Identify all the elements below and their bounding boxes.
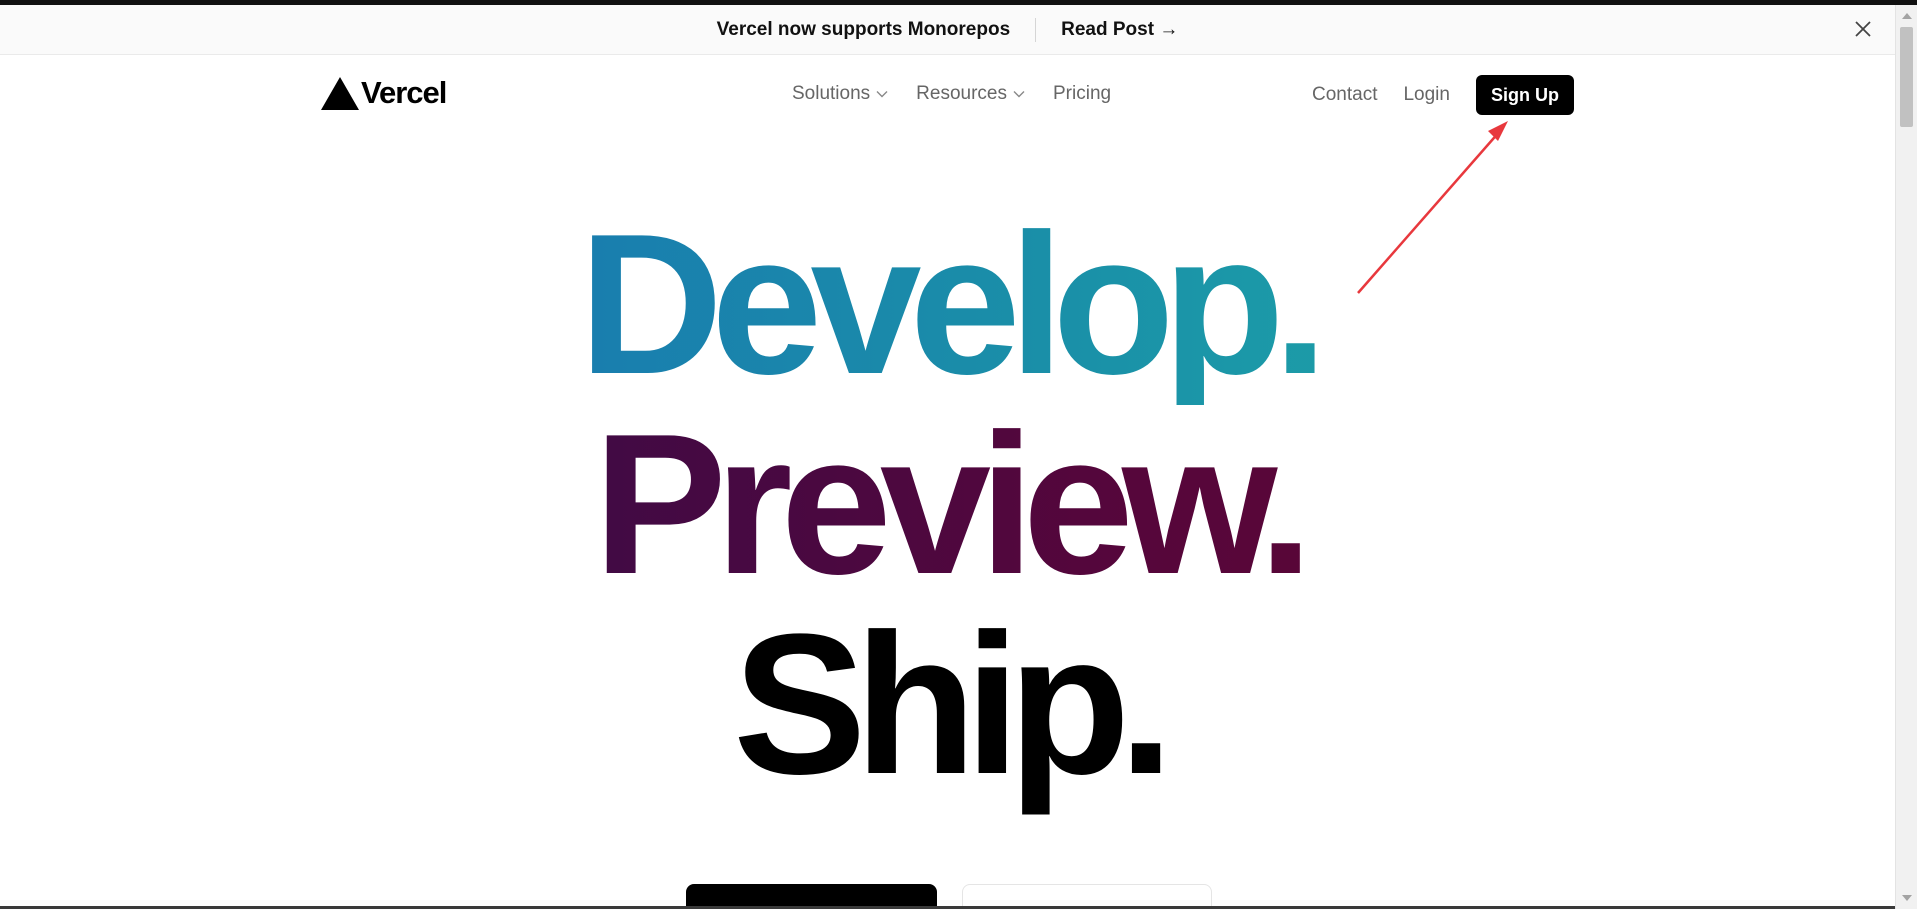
main-menu: Solutions Resources Pricing (792, 83, 1111, 105)
hero-headline: Develop. Preview. Ship. (0, 205, 1895, 805)
hero-preview: Preview. (0, 405, 1895, 605)
announcement-banner: Vercel now supports Monorepos Read Post … (0, 5, 1895, 55)
read-post-link[interactable]: Read Post → (1061, 19, 1178, 41)
nav-resources-label: Resources (916, 83, 1007, 104)
page-scrollbar[interactable] (1895, 5, 1917, 909)
hero-ship: Ship. (733, 593, 1174, 816)
hero-develop: Develop. (0, 205, 1895, 405)
nav-solutions[interactable]: Solutions (792, 83, 888, 105)
account-actions: Contact Login Sign Up (1312, 75, 1574, 115)
nav-solutions-label: Solutions (792, 83, 871, 104)
sign-up-button[interactable]: Sign Up (1475, 75, 1574, 115)
banner-text: Vercel now supports Monorepos (716, 18, 1011, 40)
page: Vercel now supports Monorepos Read Post … (0, 0, 1917, 909)
banner-divider (1035, 17, 1037, 42)
vercel-logo[interactable]: Vercel (321, 75, 447, 111)
scroll-up-arrow-icon[interactable] (1902, 13, 1912, 19)
chevron-down-icon (876, 91, 888, 98)
close-icon[interactable] (1851, 17, 1875, 41)
nav-resources[interactable]: Resources (916, 83, 1025, 105)
nav-pricing[interactable]: Pricing (1053, 83, 1111, 105)
logo-text: Vercel (361, 75, 447, 110)
chevron-down-icon (1013, 91, 1025, 98)
scrollbar-thumb[interactable] (1900, 27, 1913, 127)
contact-link[interactable]: Contact (1312, 84, 1377, 106)
top-nav: Vercel Solutions Resources Pricing Conta… (0, 55, 1895, 135)
login-link[interactable]: Login (1403, 84, 1450, 106)
scroll-down-arrow-icon[interactable] (1902, 895, 1912, 901)
nav-pricing-label: Pricing (1053, 83, 1112, 104)
triangle-logo-icon (321, 76, 359, 110)
